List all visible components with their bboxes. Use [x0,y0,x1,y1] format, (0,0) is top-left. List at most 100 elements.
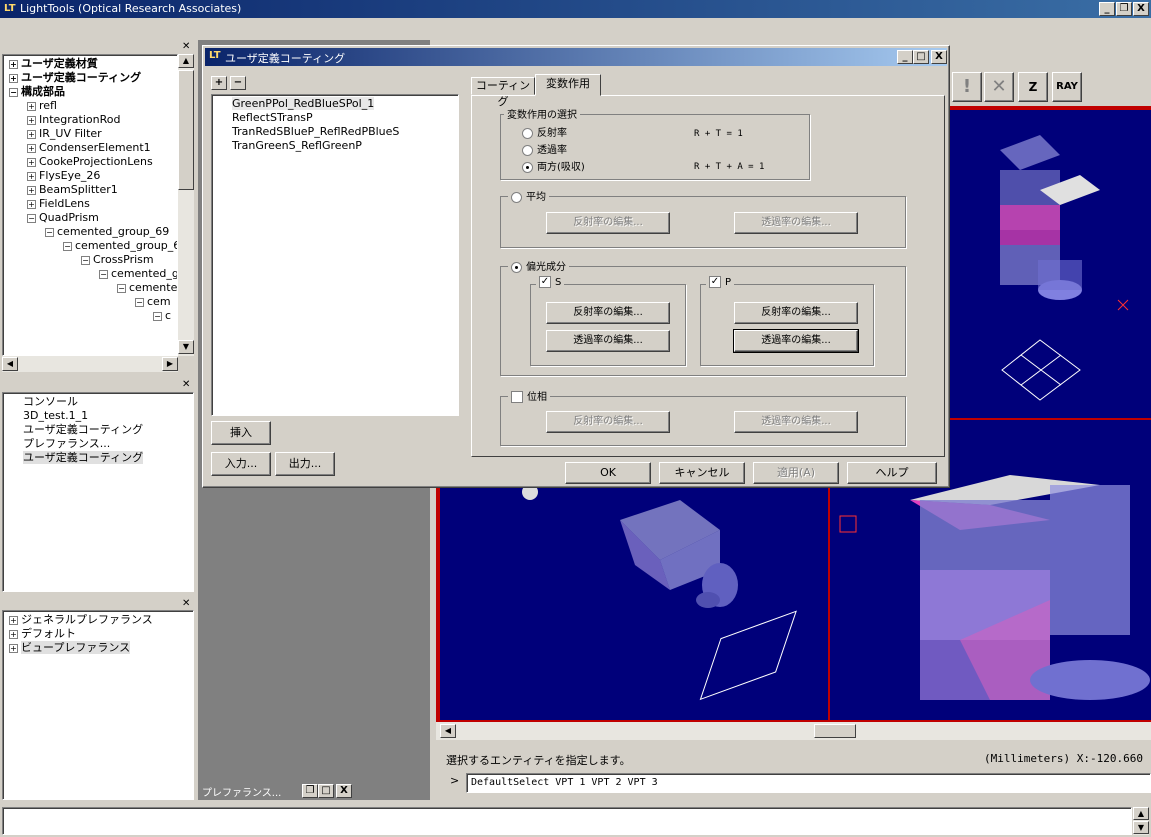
radio-both[interactable]: 両方(吸収) [522,158,585,173]
input-button[interactable]: 入力... [211,452,271,476]
scroll-down-icon[interactable]: ▼ [1133,821,1149,834]
check-s[interactable]: ✓ S [536,276,565,288]
console-tree-item[interactable]: ユーザ定義コーティング [23,423,143,436]
dialog-close-button[interactable]: X [931,50,947,64]
ray-tool-icon[interactable]: RAY [1052,72,1082,102]
tree-node[interactable]: − cem [135,295,171,308]
radio-average-icon[interactable] [511,191,522,203]
output-button[interactable]: 出力... [275,452,335,476]
tree-node[interactable]: − CrossPrism [81,253,154,266]
expand-toggle-icon[interactable]: + [27,143,36,153]
close-button[interactable]: X [1133,2,1149,16]
expand-toggle-icon[interactable]: + [9,59,18,69]
avg-edit-transmit-button[interactable]: 透過率の編集... [734,212,858,234]
close-button[interactable]: X [336,784,352,798]
preference-tree-item[interactable]: + ジェネラルプレファランス [9,613,153,626]
apply-button[interactable]: 適用(A) [753,462,839,484]
console-tree-item[interactable]: 3D_test.1_1 [23,409,88,422]
scroll-up-icon[interactable]: ▲ [178,54,194,68]
radio-polarization-icon[interactable] [511,261,522,273]
tree-node[interactable]: + IR_UV Filter [27,127,102,140]
coating-list[interactable]: GreenPPol_RedBlueSPol_1 ReflectSTransP Tra… [211,94,459,416]
check-p-icon[interactable]: ✓ [709,276,721,288]
minimized-window[interactable]: プレファランス... ❐ □ X [198,782,356,800]
tab-variable[interactable]: 変数作用 [535,74,601,96]
tree-node[interactable]: + BeamSplitter1 [27,183,118,196]
check-p[interactable]: ✓ P [706,276,735,288]
expand-toggle-icon[interactable]: − [9,87,18,97]
expand-toggle-icon[interactable]: − [135,297,144,307]
close-icon[interactable]: ✕ [182,599,190,609]
bottom-scrollbar[interactable]: ▲ ▼ [1133,807,1149,835]
scroll-right-icon[interactable]: ▶ [162,357,178,371]
tree-bottom[interactable]: + ジェネラルプレファランス + デフォルト + ビュープレファランス [2,610,194,800]
tree-node[interactable]: + FieldLens [27,197,90,210]
avg-edit-reflect-button[interactable]: 反射率の編集... [546,212,670,234]
console-tree-item[interactable]: プレファランス... [23,437,110,450]
expand-toggle-icon[interactable]: + [27,199,36,209]
restore-button[interactable]: ❐ [1116,2,1132,16]
preference-tree-item[interactable]: + デフォルト [9,627,76,640]
s-edit-reflect-button[interactable]: 反射率の編集... [546,302,670,324]
radio-average[interactable]: 平均 [508,188,549,203]
tree-node[interactable]: − cemente [117,281,177,294]
insert-button[interactable]: 挿入 [211,421,271,445]
ok-button[interactable]: OK [565,462,651,484]
p-edit-reflect-button[interactable]: 反射率の編集... [734,302,858,324]
coating-list-item[interactable]: GreenPPol_RedBlueSPol_1 [232,97,375,110]
collapse-all-button[interactable]: − [230,76,246,90]
radio-polarization[interactable]: 偏光成分 [508,258,569,273]
tree-node[interactable]: + ユーザ定義材質 [9,57,98,70]
close-icon[interactable]: ✕ [182,380,190,390]
p-edit-transmit-button[interactable]: 透過率の編集... [733,329,859,353]
expand-toggle-icon[interactable]: + [9,629,18,639]
expand-toggle-icon[interactable]: − [153,311,162,321]
expand-toggle-icon[interactable]: − [81,255,90,265]
z-tool-icon[interactable]: Z [1018,72,1048,102]
expand-toggle-icon[interactable]: + [27,115,36,125]
expand-toggle-icon[interactable]: − [117,283,126,293]
expand-toggle-icon[interactable]: + [27,185,36,195]
check-s-icon[interactable]: ✓ [539,276,551,288]
tree-node[interactable]: + CookeProjectionLens [27,155,153,168]
expand-toggle-icon[interactable]: + [27,171,36,181]
expand-toggle-icon[interactable]: − [63,241,72,251]
minimize-button[interactable]: _ [1099,2,1115,16]
tree-node[interactable]: − 構成部品 [9,85,65,98]
scroll-thumb[interactable] [178,70,194,190]
s-edit-transmit-button[interactable]: 透過率の編集... [546,330,670,352]
radio-reflect[interactable]: 反射率 [522,124,567,139]
viewport-top-right[interactable] [940,110,1151,418]
tree-mid[interactable]: コンソール 3D_test.1_1 ユーザ定義コーティング プレファランス... ユーザ… [2,392,194,592]
tree-node[interactable]: + ユーザ定義コーティング [9,71,141,84]
expand-toggle-icon[interactable]: + [9,643,18,653]
expand-toggle-icon[interactable]: + [27,129,36,139]
expand-toggle-icon[interactable]: − [45,227,54,237]
tree-node[interactable]: − cemented_g [99,267,177,280]
scroll-left-icon[interactable]: ◀ [2,357,18,371]
tree-node[interactable]: − cemented_group_69 [45,225,169,238]
coating-list-item[interactable]: ReflectSTransP [232,111,313,124]
tree-node[interactable]: + refl [27,99,57,112]
viewport-hscrollbar[interactable]: ◀ [436,722,1151,740]
radio-reflect-icon[interactable] [522,127,533,139]
expand-toggle-icon[interactable]: + [27,101,36,111]
cancel-tool-icon[interactable]: ✕ [984,72,1014,102]
tab-coating[interactable]: コーティング [471,77,535,108]
dialog-maximize-button[interactable]: □ [913,50,929,64]
preference-tree-item[interactable]: + ビュープレファランス [9,641,131,654]
scroll-thumb[interactable] [814,724,856,738]
tree-node[interactable]: − cemented_group_67 [63,239,177,252]
coating-list-item[interactable]: TranGreenS_ReflGreenP [232,139,362,152]
scroll-left-icon[interactable]: ◀ [440,724,456,738]
check-phase-icon[interactable] [511,391,523,403]
close-icon[interactable]: ✕ [182,42,190,52]
tree-top[interactable]: + ユーザ定義材質 + ユーザ定義コーティング − 構成部品 + refl + Integrati… [2,54,178,356]
tree-node[interactable]: + FlysEye_26 [27,169,100,182]
phase-edit-reflect-button[interactable]: 反射率の編集... [546,411,670,433]
maximize-button[interactable]: □ [318,784,334,798]
tree-top-vscrollbar[interactable]: ▲ ▼ [178,54,194,356]
scroll-up-icon[interactable]: ▲ [1133,807,1149,820]
dialog-minimize-button[interactable]: _ [897,50,913,64]
restore-button[interactable]: ❐ [302,784,318,798]
